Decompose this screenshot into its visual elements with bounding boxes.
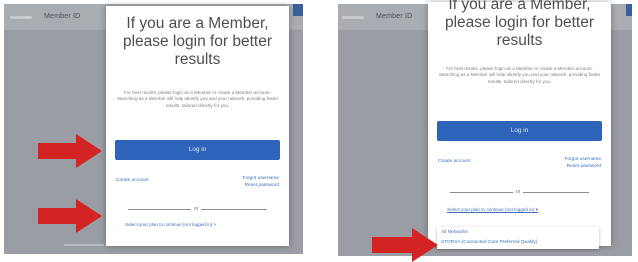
red-arrow-plan-option-icon bbox=[372, 228, 438, 262]
reset-password-link[interactable]: Reset password bbox=[567, 164, 601, 170]
modal-title: If you are a Member, please login for be… bbox=[122, 15, 273, 68]
reset-password-link[interactable]: Reset password bbox=[245, 183, 279, 189]
forgot-username-link[interactable]: Forgot username bbox=[242, 176, 279, 182]
header-accent bbox=[293, 4, 303, 16]
background-line bbox=[64, 244, 104, 246]
create-account-link[interactable]: Create account bbox=[438, 159, 471, 165]
red-arrow-login-icon bbox=[38, 134, 102, 168]
plan-option-all-networks[interactable]: All Networks bbox=[441, 230, 468, 235]
modal-description: For best results, please login as a Memb… bbox=[438, 66, 601, 84]
header-tab-member-id[interactable]: Member ID bbox=[44, 13, 80, 20]
plan-options-menu: All Networks STORSA (Connected Care Pref… bbox=[437, 227, 599, 249]
select-plan-link[interactable]: Select your plan to continue (not logged… bbox=[125, 222, 216, 228]
header-placeholder bbox=[342, 16, 364, 19]
login-button[interactable]: Log in bbox=[437, 121, 602, 141]
modal-description: For best results, please login as a Memb… bbox=[116, 90, 279, 108]
login-modal-left: If you are a Member, please login for be… bbox=[106, 6, 289, 246]
header-placeholder bbox=[10, 16, 32, 19]
login-button[interactable]: Log in bbox=[115, 140, 280, 160]
select-plan-dropdown[interactable]: Select your plan to continue (not logged… bbox=[447, 207, 538, 213]
header-accent bbox=[626, 4, 632, 16]
header-tab-member-id[interactable]: Member ID bbox=[376, 13, 412, 20]
or-label: or bbox=[513, 189, 524, 195]
red-arrow-select-plan-icon bbox=[38, 199, 102, 233]
forgot-username-link[interactable]: Forgot username bbox=[564, 157, 601, 163]
modal-title: If you are a Member, please login for be… bbox=[444, 0, 595, 49]
create-account-link[interactable]: Create account bbox=[116, 178, 149, 184]
login-modal-right: If you are a Member, please login for be… bbox=[428, 0, 611, 249]
or-label: or bbox=[191, 206, 202, 212]
plan-option-storsa[interactable]: STORSA (Connected Care Preferred Quality… bbox=[441, 240, 537, 245]
